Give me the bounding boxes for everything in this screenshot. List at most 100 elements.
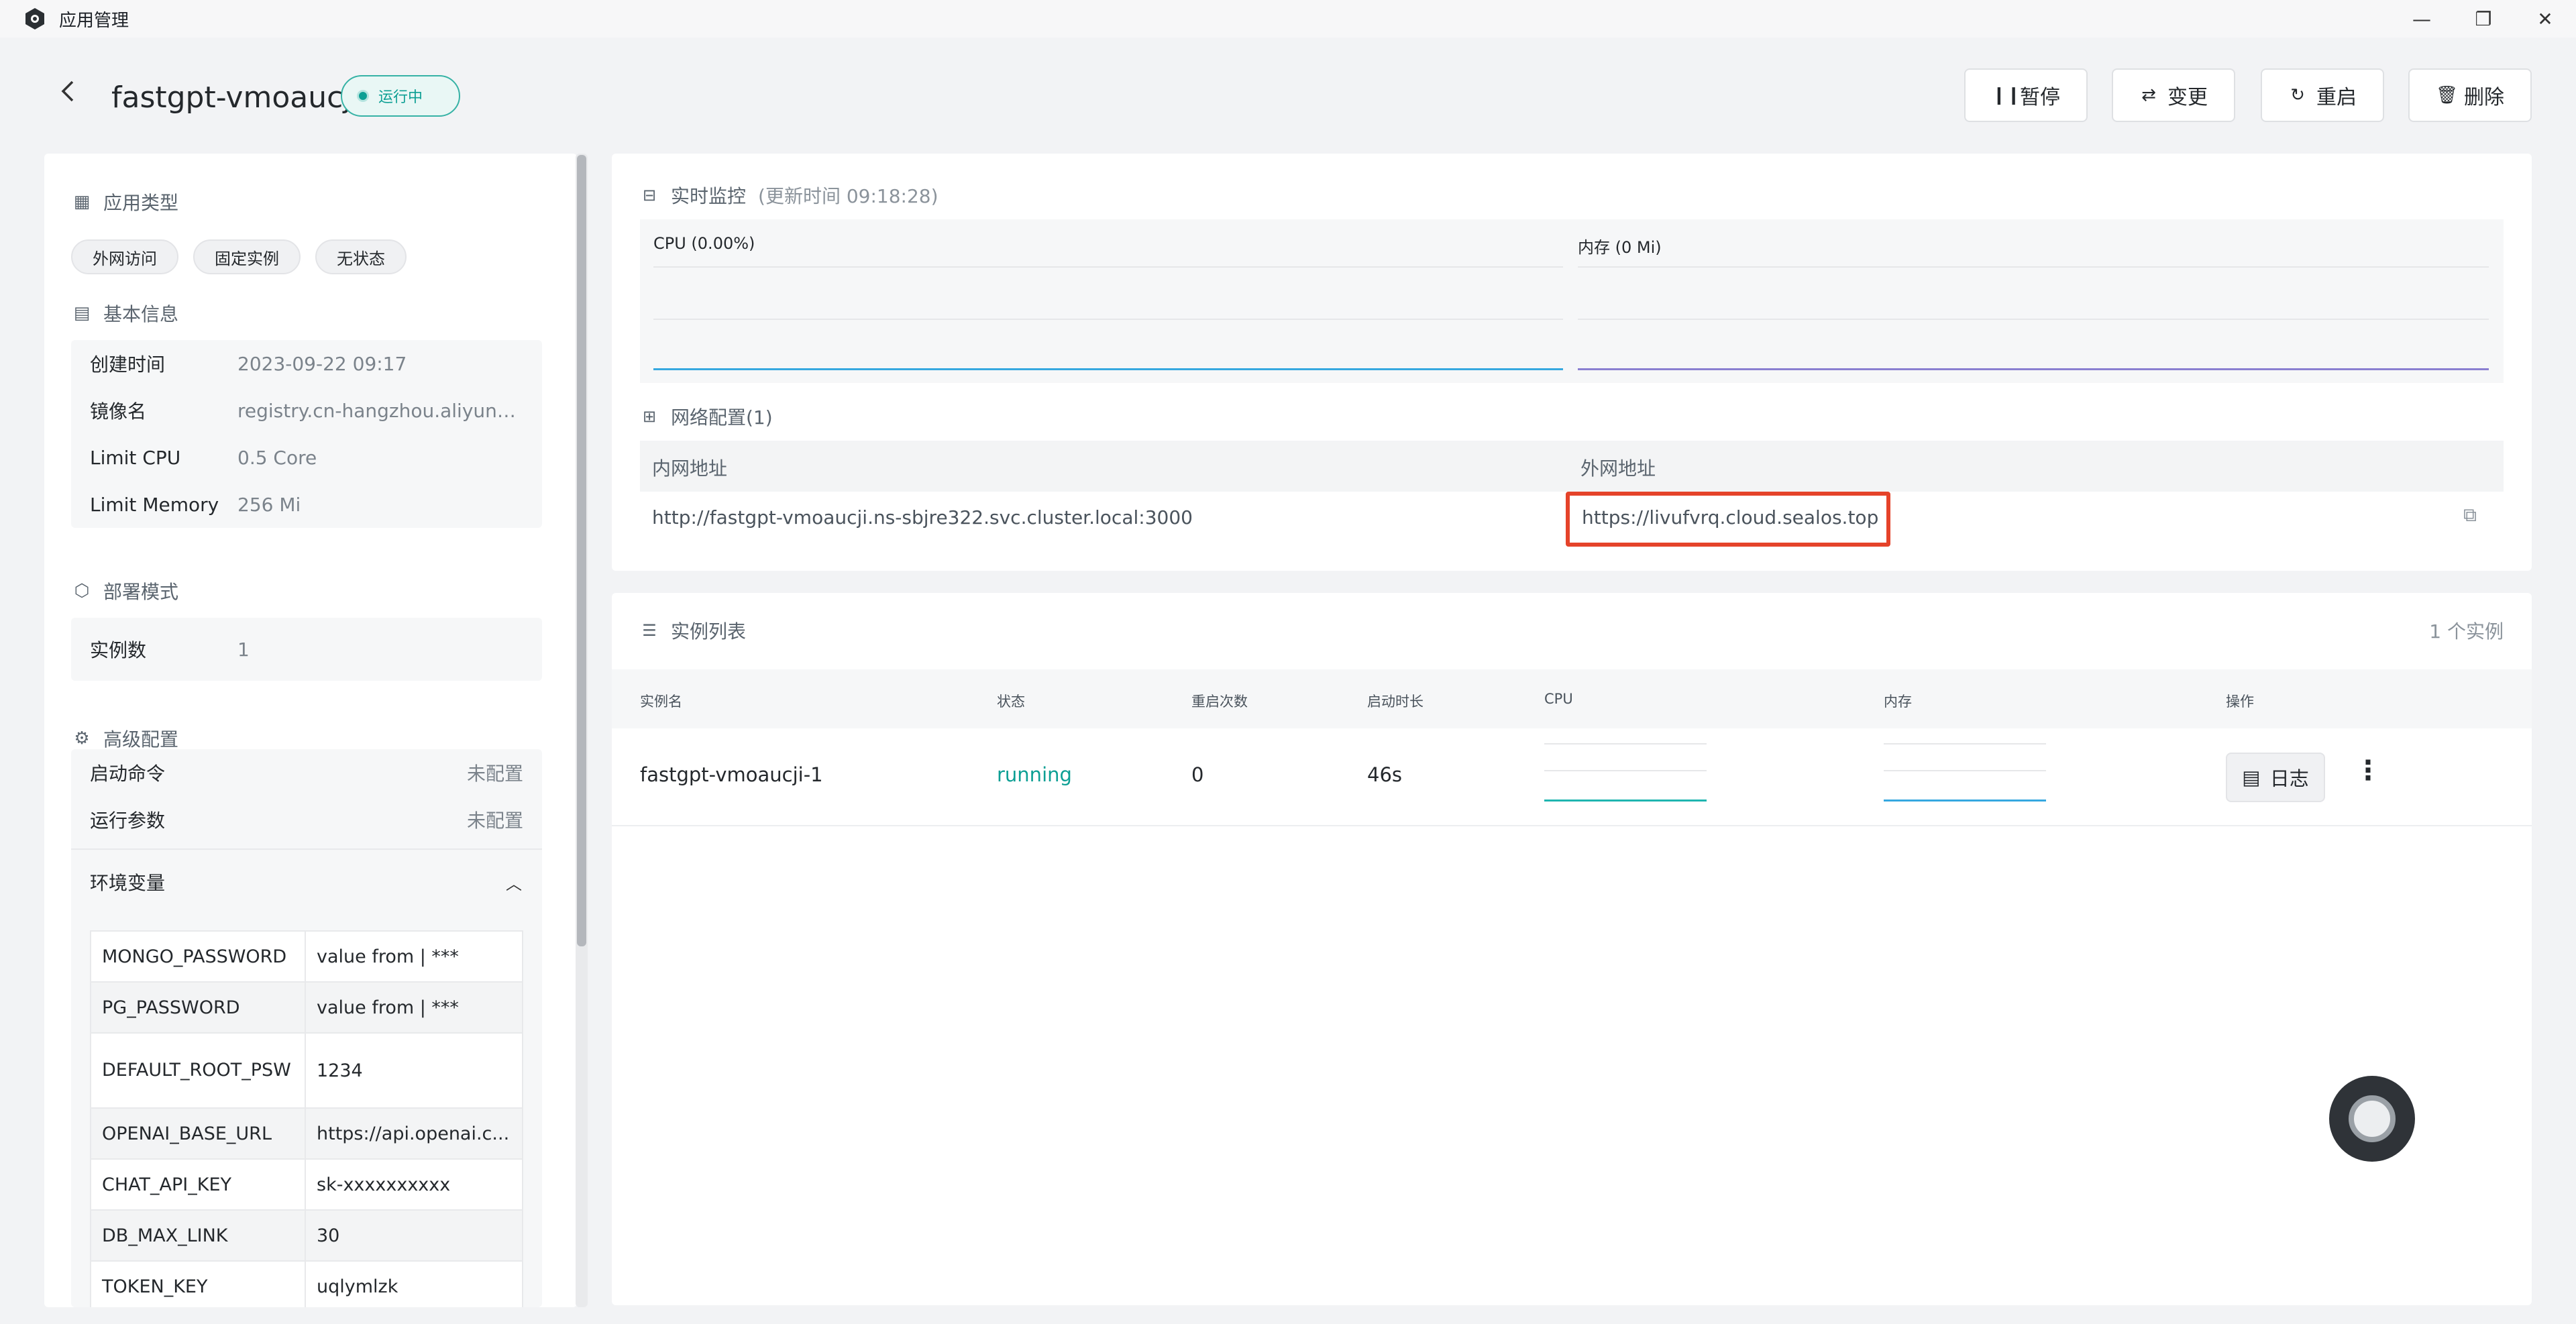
copy-icon[interactable]: ⧉ (2463, 504, 2477, 527)
instances-table-header: 实例名 状态 重启次数 启动时长 CPU 内存 操作 (612, 669, 2532, 728)
instances-card: ☰ 实例列表 1 个实例 实例名 状态 重启次数 启动时长 CPU 内存 操作 … (612, 593, 2532, 1305)
memory-mini-gridline (1884, 743, 2046, 744)
monitor-charts: CPU (0.00%) 内存 (0 Mi) (640, 219, 2504, 383)
assistant-icon (2349, 1095, 2396, 1142)
status-badge: 运行中 (341, 75, 460, 117)
monitor-title: ⊟ 实时监控 (更新时间 09:18:28) (640, 182, 938, 209)
tag-fixed-instance: 固定实例 (193, 239, 301, 274)
delete-button[interactable]: 🗑 删除 (2408, 68, 2532, 122)
env-row: CHAT_API_KEY sk-xxxxxxxxxx (90, 1158, 523, 1211)
monitor-network-card: ⊟ 实时监控 (更新时间 09:18:28) CPU (0.00%) 内存 (0… (612, 154, 2532, 571)
info-row-start-cmd: 启动命令 未配置 (90, 763, 523, 785)
basic-info-box: 创建时间 2023-09-22 09:17 镜像名 registry.cn-ha… (71, 340, 542, 528)
deploy-mode-box: 实例数 1 (71, 618, 542, 681)
close-button[interactable]: ✕ (2514, 0, 2576, 38)
info-row-limit-cpu: Limit CPU 0.5 Core (90, 446, 317, 469)
col-status: 状态 (997, 694, 1025, 710)
left-panel-scrollbar[interactable] (576, 154, 588, 1307)
log-button[interactable]: ▤ 日志 (2226, 753, 2325, 802)
memory-chart-label: 内存 (0 Mi) (1578, 238, 1662, 257)
info-row-run-args: 运行参数 未配置 (90, 810, 523, 832)
instance-restarts: 0 (1191, 763, 1204, 786)
memory-mini-series (1884, 799, 2046, 802)
more-options-icon[interactable]: ⋮ (2355, 755, 2381, 786)
info-row-limit-memory: Limit Memory 256 Mi (90, 493, 301, 516)
monitor-icon: ⊟ (642, 186, 657, 205)
memory-gridline (1578, 266, 2489, 268)
cpu-gridline (653, 266, 1563, 268)
env-row: OPENAI_BASE_URL https://api.openai.c... (90, 1107, 523, 1160)
col-instance-name: 实例名 (640, 694, 682, 710)
gear-icon: ⚙ (74, 728, 90, 749)
env-row: MONGO_PASSWORD value from | *** (90, 930, 523, 983)
document-icon: ▤ (73, 303, 91, 323)
col-memory: 内存 (1884, 694, 1912, 710)
pause-icon: ❙❙ (1992, 85, 2021, 105)
pause-button[interactable]: ❙❙ 暂停 (1964, 68, 2088, 122)
app-type-tags: 外网访问 固定实例 无状态 (71, 239, 407, 274)
app-type-title: ▦ 应用类型 (73, 192, 179, 214)
deploy-mode-title: ⬡ 部署模式 (72, 577, 178, 604)
minimize-button[interactable]: — (2391, 0, 2453, 38)
env-vars-toggle[interactable]: 环境变量 ︿ (71, 848, 542, 914)
external-address-header: 外网地址 (1580, 457, 1656, 480)
cpu-series-line (653, 368, 1563, 370)
tag-stateless: 无状态 (315, 239, 407, 274)
change-label: 变更 (2167, 86, 2208, 109)
col-uptime: 启动时长 (1367, 694, 1424, 710)
table-row: fastgpt-vmoaucji-1 running 0 46s ▤ 日志 ⋮ (612, 728, 2532, 826)
maximize-button[interactable]: ❐ (2453, 0, 2514, 38)
tag-public-access: 外网访问 (71, 239, 178, 274)
instances-count: 1 个实例 (2429, 620, 2504, 643)
info-row-instances: 实例数 1 (90, 638, 250, 662)
env-row: PG_PASSWORD value from | *** (90, 981, 523, 1034)
swap-icon: ⇄ (2141, 85, 2156, 105)
app-detail-header: fastgpt-vmoaucji 运行中 ❙❙ 暂停 ⇄ 变更 ↻ 重启 🗑 删… (0, 38, 2576, 155)
instances-title: ☰ 实例列表 (640, 617, 746, 644)
instance-name: fastgpt-vmoaucji-1 (640, 763, 823, 786)
restart-button[interactable]: ↻ 重启 (2261, 68, 2384, 122)
scrollbar-thumb[interactable] (577, 155, 586, 946)
status-label: 运行中 (378, 89, 423, 106)
restart-label: 重启 (2316, 86, 2357, 109)
grid-icon: ▦ (73, 192, 91, 212)
floating-assistant-button[interactable] (2329, 1076, 2415, 1162)
memory-gridline (1578, 319, 2489, 320)
memory-series-line (1578, 368, 2489, 370)
list-icon: ☰ (642, 621, 657, 640)
chevron-up-icon: ︿ (506, 874, 522, 893)
cube-icon: ⬡ (74, 581, 90, 601)
advanced-config-title: ⚙ 高级配置 (72, 725, 178, 752)
env-row: DB_MAX_LINK 30 (90, 1209, 523, 1262)
app-logo-icon (25, 8, 44, 30)
env-vars-table: MONGO_PASSWORD value from | *** PG_PASSW… (90, 930, 523, 1307)
delete-label: 删除 (2464, 86, 2504, 109)
cpu-gridline (653, 319, 1563, 320)
status-dot-icon (357, 90, 369, 102)
change-button[interactable]: ⇄ 变更 (2112, 68, 2235, 122)
trash-icon: 🗑 (2436, 85, 2459, 105)
memory-mini-gridline (1884, 770, 2046, 771)
advanced-config-box: 启动命令 未配置 运行参数 未配置 环境变量 ︿ MONGO_PASSWORD … (71, 749, 542, 1307)
network-title: ⊞ 网络配置(1) (640, 403, 773, 430)
basic-info-title: ▤ 基本信息 (73, 303, 179, 325)
cpu-mini-series (1544, 799, 1707, 802)
info-row-image: 镜像名 registry.cn-hangzhou.aliyuncs... (90, 399, 526, 423)
cpu-chart-label: CPU (0.00%) (653, 234, 755, 253)
pause-label: 暂停 (2020, 86, 2060, 109)
window-titlebar: 应用管理 — ❐ ✕ (0, 0, 2576, 38)
col-cpu: CPU (1544, 691, 1573, 707)
app-name: fastgpt-vmoaucji (111, 80, 360, 115)
back-arrow-icon[interactable] (55, 78, 82, 105)
network-icon: ⊞ (642, 407, 657, 426)
info-row-created: 创建时间 2023-09-22 09:17 (90, 352, 407, 376)
internal-address: http://fastgpt-vmoaucji.ns-sbjre322.svc.… (652, 506, 1193, 529)
log-icon: ▤ (2242, 766, 2261, 789)
restart-icon: ↻ (2290, 85, 2305, 105)
instance-uptime: 46s (1367, 763, 1403, 786)
cpu-mini-gridline (1544, 770, 1707, 771)
col-actions: 操作 (2226, 694, 2254, 710)
instance-status: running (997, 763, 1072, 786)
env-row: DEFAULT_ROOT_PSW 1234 (90, 1032, 523, 1109)
window-title: 应用管理 (59, 10, 129, 31)
